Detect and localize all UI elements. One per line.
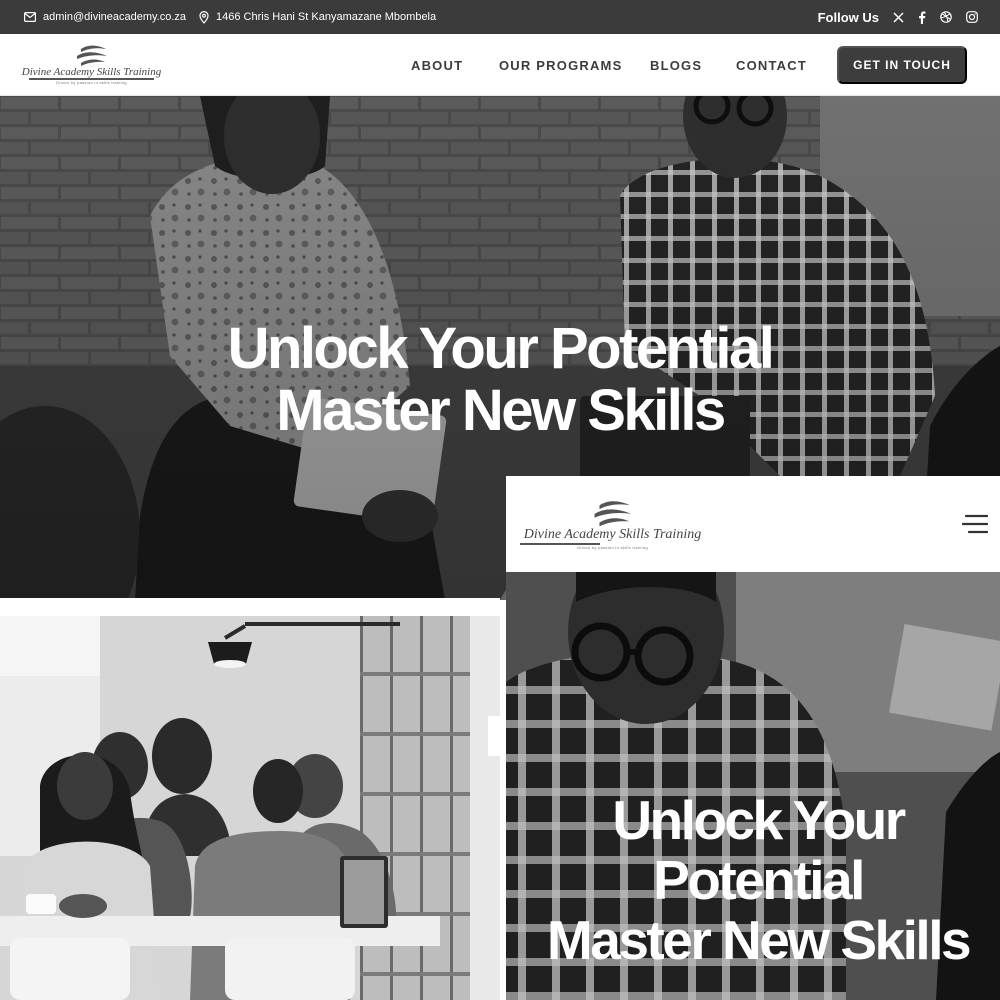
mobile-preview-frame: Divine Academy Skills Training Driven by… <box>506 476 1000 1000</box>
mobile-hero-title-line-1: Unlock Your <box>612 789 906 851</box>
mobile-hero-title: Unlock Your Potential Master New Skills <box>506 790 1000 970</box>
top-info-bar: admin@divineacademy.co.za 1466 Chris Han… <box>0 0 1000 34</box>
mobile-site-logo[interactable]: Divine Academy Skills Training Driven by… <box>520 498 705 550</box>
email-link[interactable]: admin@divineacademy.co.za <box>24 0 186 34</box>
mobile-wave-logo-icon <box>594 501 631 527</box>
x-icon[interactable] <box>893 11 904 23</box>
mobile-header: Divine Academy Skills Training Driven by… <box>506 476 1000 572</box>
instagram-icon[interactable] <box>966 11 978 23</box>
mobile-logo-name: Divine Academy Skills Training <box>523 527 702 542</box>
nav-contact[interactable]: CONTACT <box>736 34 807 96</box>
nav-blogs[interactable]: BLOGS <box>650 34 702 96</box>
follow-us-label: Follow Us <box>817 9 879 25</box>
social-links: Follow Us <box>818 0 978 34</box>
logo-tagline: Driven by passion in skills training <box>56 80 127 85</box>
address-link[interactable]: 1466 Chris Hani St Kanyamazane Mbombela <box>199 0 436 34</box>
address-text: 1466 Chris Hani St Kanyamazane Mbombela <box>216 11 437 23</box>
hero-title: Unlock Your Potential Master New Skills <box>0 318 1000 442</box>
hamburger-menu-icon[interactable] <box>961 514 989 534</box>
location-pin-icon <box>199 10 209 24</box>
mail-icon <box>24 12 36 22</box>
dribbble-icon[interactable] <box>940 11 952 23</box>
email-text: admin@divineacademy.co.za <box>43 11 187 23</box>
mobile-hero-title-line-2: Potential <box>653 849 865 911</box>
site-logo[interactable]: Divine Academy Skills Training Driven by… <box>21 43 162 85</box>
logo-name: Divine Academy Skills Training <box>21 66 162 78</box>
get-in-touch-button[interactable]: GET IN TOUCH <box>837 46 967 84</box>
mobile-logo-tagline: Driven by passion in skills training <box>577 545 648 550</box>
tablet-preview-frame <box>0 598 500 1000</box>
meeting-room-photo <box>0 616 500 1000</box>
nav-about[interactable]: ABOUT <box>411 34 463 96</box>
mobile-hero-title-line-3: Master New Skills <box>546 909 972 971</box>
main-navbar: Divine Academy Skills Training Driven by… <box>0 34 1000 96</box>
hero-title-line-1: Unlock Your Potential <box>227 316 775 381</box>
mobile-hero-section: Unlock Your Potential Master New Skills <box>506 572 1000 1000</box>
hero-title-line-2: Master New Skills <box>276 378 726 443</box>
facebook-icon[interactable] <box>918 11 926 24</box>
nav-our-programs[interactable]: OUR PROGRAMS <box>499 34 622 96</box>
